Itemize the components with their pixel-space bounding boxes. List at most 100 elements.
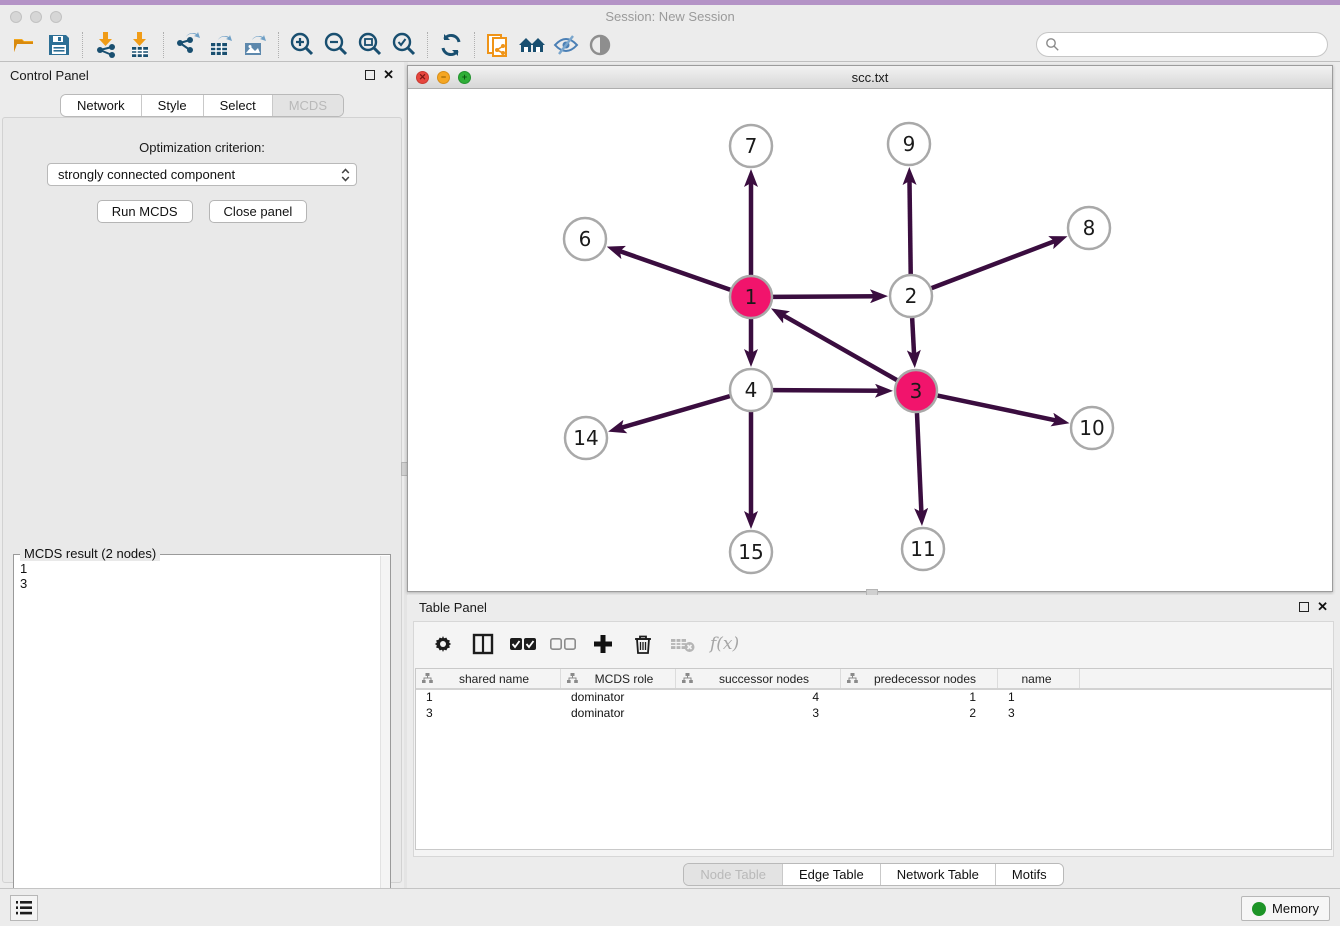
task-history-button[interactable]: [10, 895, 38, 921]
tab-mcds[interactable]: MCDS: [273, 95, 343, 116]
deselect-all-icon[interactable]: [550, 630, 576, 658]
table-row[interactable]: 1dominator411: [416, 690, 1331, 706]
table-panel: Table Panel ✕: [407, 595, 1340, 888]
node-label-6: 6: [579, 227, 592, 251]
cell-0-0[interactable]: 1: [416, 690, 561, 706]
node-label-1: 1: [745, 285, 758, 309]
network-graph[interactable]: 7968124314101511: [408, 89, 1332, 591]
edge-2-9[interactable]: [909, 176, 910, 274]
float-panel-icon[interactable]: [365, 70, 375, 80]
tab-node-table[interactable]: Node Table: [684, 864, 783, 885]
hierarchy-icon: [847, 673, 858, 684]
node-label-10: 10: [1079, 416, 1104, 440]
table-row[interactable]: 3dominator323: [416, 706, 1331, 722]
export-table-icon[interactable]: [204, 30, 238, 60]
import-table-icon[interactable]: [123, 30, 157, 60]
memory-button[interactable]: Memory: [1241, 896, 1330, 921]
edge-3-10[interactable]: [938, 396, 1061, 422]
mcds-result-text[interactable]: 1 3: [14, 557, 379, 925]
column-pane-icon[interactable]: [470, 630, 496, 658]
refresh-layout-icon[interactable]: [434, 30, 468, 60]
hide-panels-icon[interactable]: [549, 30, 583, 60]
add-column-icon[interactable]: [590, 630, 616, 658]
column-header-successor-nodes[interactable]: successor nodes: [676, 669, 841, 688]
column-header-shared-name[interactable]: shared name: [416, 669, 561, 688]
zoom-selected-icon[interactable]: [387, 30, 421, 60]
cell-1-1[interactable]: dominator: [561, 706, 676, 722]
import-network-icon[interactable]: [89, 30, 123, 60]
column-header-MCDS-role[interactable]: MCDS role: [561, 669, 676, 688]
tab-select[interactable]: Select: [204, 95, 273, 116]
table-settings-icon[interactable]: [430, 630, 456, 658]
delete-column-icon[interactable]: [630, 630, 656, 658]
table-body: 1dominator4113dominator323: [416, 690, 1331, 722]
export-network-icon[interactable]: [170, 30, 204, 60]
zoom-fit-icon[interactable]: [353, 30, 387, 60]
cell-1-2[interactable]: 3: [676, 706, 841, 722]
hierarchy-icon: [682, 673, 693, 684]
show-panels-icon[interactable]: [583, 30, 617, 60]
node-label-2: 2: [905, 284, 918, 308]
node-label-7: 7: [745, 134, 758, 158]
delete-table-icon[interactable]: [670, 630, 696, 658]
edge-1-2[interactable]: [773, 296, 879, 297]
cell-1-4[interactable]: 3: [998, 706, 1080, 722]
network-window-titlebar[interactable]: ✕ − + scc.txt: [408, 66, 1332, 89]
criterion-value: strongly connected component: [58, 167, 235, 182]
close-panel-button[interactable]: Close panel: [209, 200, 308, 223]
zoom-in-icon[interactable]: [285, 30, 319, 60]
edge-3-11[interactable]: [917, 413, 922, 517]
run-mcds-button[interactable]: Run MCDS: [97, 200, 193, 223]
node-label-3: 3: [910, 379, 923, 403]
tab-network-table[interactable]: Network Table: [881, 864, 996, 885]
edge-4-14[interactable]: [617, 396, 730, 429]
chevron-updown-icon: [341, 168, 350, 182]
column-label: name: [1004, 672, 1079, 686]
result-scrollbar[interactable]: [380, 556, 390, 924]
edge-2-3[interactable]: [912, 318, 914, 359]
cell-0-1[interactable]: dominator: [561, 690, 676, 706]
cell-0-2[interactable]: 4: [676, 690, 841, 706]
hierarchy-icon: [422, 673, 433, 684]
clone-network-icon[interactable]: [481, 30, 515, 60]
function-builder-icon[interactable]: f(x): [710, 630, 739, 658]
tab-motifs[interactable]: Motifs: [996, 864, 1063, 885]
cell-1-3[interactable]: 2: [841, 706, 998, 722]
edge-2-8[interactable]: [932, 239, 1060, 288]
close-table-panel-icon[interactable]: ✕: [1317, 602, 1328, 612]
select-all-icon[interactable]: [510, 630, 536, 658]
close-panel-icon[interactable]: ✕: [383, 70, 394, 80]
network-view-window: ✕ − + scc.txt 7968124314101511: [407, 65, 1333, 592]
edge-1-6[interactable]: [615, 250, 730, 290]
node-label-15: 15: [738, 540, 763, 564]
node-label-9: 9: [903, 132, 916, 156]
column-header-name[interactable]: name: [998, 669, 1080, 688]
toolbar-separator: [82, 32, 83, 58]
table-panel-tabs: Node TableEdge TableNetwork TableMotifs: [683, 863, 1063, 886]
tab-edge-table[interactable]: Edge Table: [783, 864, 881, 885]
network-canvas[interactable]: 7968124314101511: [408, 89, 1332, 591]
node-label-14: 14: [573, 426, 598, 450]
cell-0-4[interactable]: 1: [998, 690, 1080, 706]
control-panel-tabs: NetworkStyleSelectMCDS: [60, 94, 344, 117]
network-overview-icon[interactable]: [515, 30, 549, 60]
tab-network[interactable]: Network: [61, 95, 142, 116]
column-label: successor nodes: [698, 672, 840, 686]
cell-1-0[interactable]: 3: [416, 706, 561, 722]
open-session-icon[interactable]: [8, 30, 42, 60]
float-table-panel-icon[interactable]: [1299, 602, 1309, 612]
table-panel-content: f(x) shared nameMCDS role successor nodes…: [413, 621, 1334, 857]
toolbar-separator: [427, 32, 428, 58]
list-icon: [16, 901, 32, 915]
edge-4-3[interactable]: [773, 390, 884, 391]
edge-3-1[interactable]: [779, 313, 897, 380]
column-header-predecessor-nodes[interactable]: predecessor nodes: [841, 669, 998, 688]
zoom-out-icon[interactable]: [319, 30, 353, 60]
search-input[interactable]: [1036, 32, 1328, 57]
criterion-select[interactable]: strongly connected component: [47, 163, 357, 186]
tab-style[interactable]: Style: [142, 95, 204, 116]
column-label: shared name: [438, 672, 560, 686]
cell-0-3[interactable]: 1: [841, 690, 998, 706]
save-session-icon[interactable]: [42, 30, 76, 60]
export-image-icon[interactable]: [238, 30, 272, 60]
